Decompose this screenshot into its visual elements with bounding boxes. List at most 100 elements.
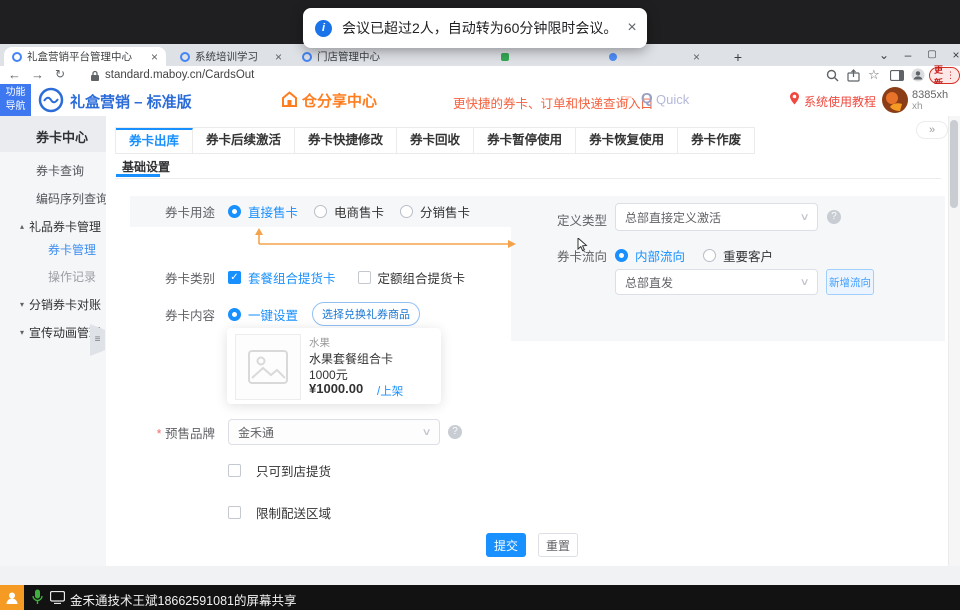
- forward-icon[interactable]: →: [31, 67, 44, 82]
- tutorial-link[interactable]: 系统使用教程: [804, 93, 876, 110]
- expand-down-icon: ▾: [20, 328, 24, 337]
- product-price: ¥1000.00: [309, 381, 363, 396]
- brand-select[interactable]: 金禾通 ∨: [228, 419, 440, 445]
- product-onshelf-link[interactable]: /上架: [377, 383, 403, 399]
- content-label: 券卡内容: [130, 305, 215, 324]
- submit-button[interactable]: 提交: [486, 533, 526, 557]
- window-minimize-icon[interactable]: –: [896, 45, 920, 65]
- checkbox-combo-pickup-card[interactable]: ✓ 套餐组合提货卡: [228, 268, 336, 287]
- browser-tab-2[interactable]: 系统培训学习 ×: [172, 47, 290, 66]
- tab-card-recycle[interactable]: 券卡回收: [397, 128, 474, 153]
- image-placeholder-icon: [248, 350, 288, 384]
- tab-close-icon[interactable]: ×: [145, 50, 158, 64]
- select-gift-products-button[interactable]: 选择兑换礼券商品: [312, 302, 420, 326]
- scrollbar-thumb[interactable]: [950, 120, 958, 208]
- radio-distribution-sale[interactable]: 分销售卡: [400, 202, 470, 221]
- brand-help-icon[interactable]: ?: [448, 425, 462, 439]
- browser-tab-5[interactable]: ×: [600, 47, 708, 66]
- tab-favicon-green-icon: [500, 52, 510, 62]
- mouse-cursor: [577, 238, 589, 252]
- expand-down-icon: ▾: [20, 300, 24, 309]
- microphone-icon[interactable]: [32, 589, 43, 606]
- subtab-divider: [115, 178, 941, 179]
- collapse-panel-button[interactable]: »: [916, 121, 948, 139]
- function-nav-button[interactable]: 功能 导航: [0, 84, 31, 116]
- brand-title: 礼盒营销 – 标准版: [70, 91, 192, 112]
- browser-update-button[interactable]: 更新 ⋮: [929, 67, 960, 84]
- radio-one-click-setup[interactable]: 一键设置: [228, 305, 298, 324]
- user-avatar[interactable]: [882, 87, 908, 113]
- radio-ecommerce-sale[interactable]: 电商售卡: [314, 202, 384, 221]
- window-close-icon[interactable]: ×: [944, 45, 960, 65]
- checkbox-label: 只可到店提货: [256, 461, 331, 480]
- username-sub: xh: [912, 101, 923, 112]
- expand-up-icon: ▴: [20, 222, 24, 231]
- radio-on-icon: [615, 249, 628, 262]
- tab-close-icon[interactable]: ×: [687, 50, 700, 64]
- tab-card-void[interactable]: 券卡作废: [678, 128, 754, 153]
- tab-followup-activation[interactable]: 券卡后续激活: [193, 128, 295, 153]
- lock-icon[interactable]: [90, 70, 100, 82]
- subtab-active-underline: [116, 174, 160, 177]
- back-icon[interactable]: ←: [8, 67, 21, 82]
- checkbox-fixed-amount-card[interactable]: 定额组合提货卡: [358, 268, 466, 287]
- tab-quick-modify[interactable]: 券卡快捷修改: [295, 128, 397, 153]
- close-icon[interactable]: ×: [627, 19, 636, 37]
- person-icon: [5, 591, 19, 605]
- usage-label: 券卡用途: [130, 202, 215, 221]
- browser-tab-1[interactable]: 礼盒营销平台管理中心 ×: [4, 47, 166, 66]
- tabsearch-caret-icon[interactable]: ⌄: [872, 45, 896, 65]
- window-controls: ⌄ – ▢ ×: [872, 45, 960, 65]
- subtab-basic-settings[interactable]: 基础设置: [122, 158, 170, 175]
- add-flow-button[interactable]: 新增流向: [826, 269, 874, 295]
- flow-select[interactable]: 总部直发 ∨: [615, 269, 818, 295]
- brand-row: * 预售品牌: [130, 418, 228, 446]
- share-center-link[interactable]: 仓分享中心: [302, 90, 377, 111]
- radio-off-icon: [400, 205, 413, 218]
- info-icon: i: [315, 20, 332, 37]
- product-card[interactable]: 水果 水果套餐组合卡 1000元 ¥1000.00 /上架: [227, 328, 441, 404]
- reload-icon[interactable]: ↻: [55, 67, 65, 81]
- profile-avatar-icon[interactable]: [911, 68, 925, 82]
- screen-share-icon[interactable]: [50, 591, 65, 604]
- zoom-icon[interactable]: [826, 69, 839, 82]
- tab-card-resume[interactable]: 券卡恢复使用: [576, 128, 678, 153]
- radio-internal-flow[interactable]: 内部流向: [615, 246, 685, 265]
- radio-important-customer[interactable]: 重要客户: [703, 246, 773, 265]
- tab-card-suspend[interactable]: 券卡暂停使用: [474, 128, 576, 153]
- define-type-help-icon[interactable]: ?: [827, 210, 841, 224]
- new-tab-button[interactable]: +: [728, 48, 748, 66]
- category-label: 券卡类别: [130, 268, 215, 287]
- browser-tab-3[interactable]: 门店管理中心: [294, 47, 409, 66]
- nav-label-1: 功能: [0, 86, 31, 100]
- tab-close-icon[interactable]: ×: [269, 50, 282, 64]
- screen: i 会议已超过2人，自动转为60分钟限时会议。 × 礼盒营销平台管理中心 × 系…: [0, 0, 960, 610]
- flow-label: 券卡流向: [535, 246, 607, 265]
- share-icon[interactable]: [847, 69, 860, 82]
- house-icon: [281, 90, 298, 108]
- browser-tab-4[interactable]: [492, 47, 582, 66]
- url-text[interactable]: standard.maboy.cn/CardsOut: [105, 69, 254, 81]
- chevron-down-icon: ∨: [421, 427, 431, 438]
- checkbox-limit-delivery-area[interactable]: 限制配送区域: [228, 503, 331, 522]
- reset-button[interactable]: 重置: [538, 533, 578, 557]
- tab-favicon-blue-icon: [12, 52, 22, 62]
- define-type-select[interactable]: 总部直接定义激活 ∨: [615, 203, 818, 231]
- tab-favicon-blue-icon: [608, 52, 618, 62]
- double-chevron-icon: »: [929, 124, 935, 136]
- quick-search-icon[interactable]: Q: [641, 90, 653, 107]
- side-panel-icon[interactable]: [890, 70, 904, 81]
- radio-on-icon: [228, 308, 241, 321]
- quick-search-label[interactable]: Quick: [656, 92, 689, 107]
- bookmark-star-icon[interactable]: ☆: [868, 67, 880, 83]
- tab-title: 门店管理中心: [317, 49, 380, 64]
- category-row: 券卡类别 ✓ 套餐组合提货卡 定额组合提货卡: [130, 264, 465, 290]
- checkbox-store-pickup-only[interactable]: 只可到店提货: [228, 461, 331, 480]
- kebab-menu-icon: ⋮: [946, 70, 955, 81]
- content-row: 券卡内容 一键设置 选择兑换礼券商品: [130, 301, 420, 327]
- meeting-toast-text: 会议已超过2人，自动转为60分钟限时会议。: [342, 18, 617, 38]
- participant-icon[interactable]: [0, 585, 24, 610]
- meeting-toast: i 会议已超过2人，自动转为60分钟限时会议。 ×: [303, 8, 647, 48]
- tab-card-outbound[interactable]: 券卡出库: [116, 128, 193, 153]
- radio-direct-sale[interactable]: 直接售卡: [228, 202, 298, 221]
